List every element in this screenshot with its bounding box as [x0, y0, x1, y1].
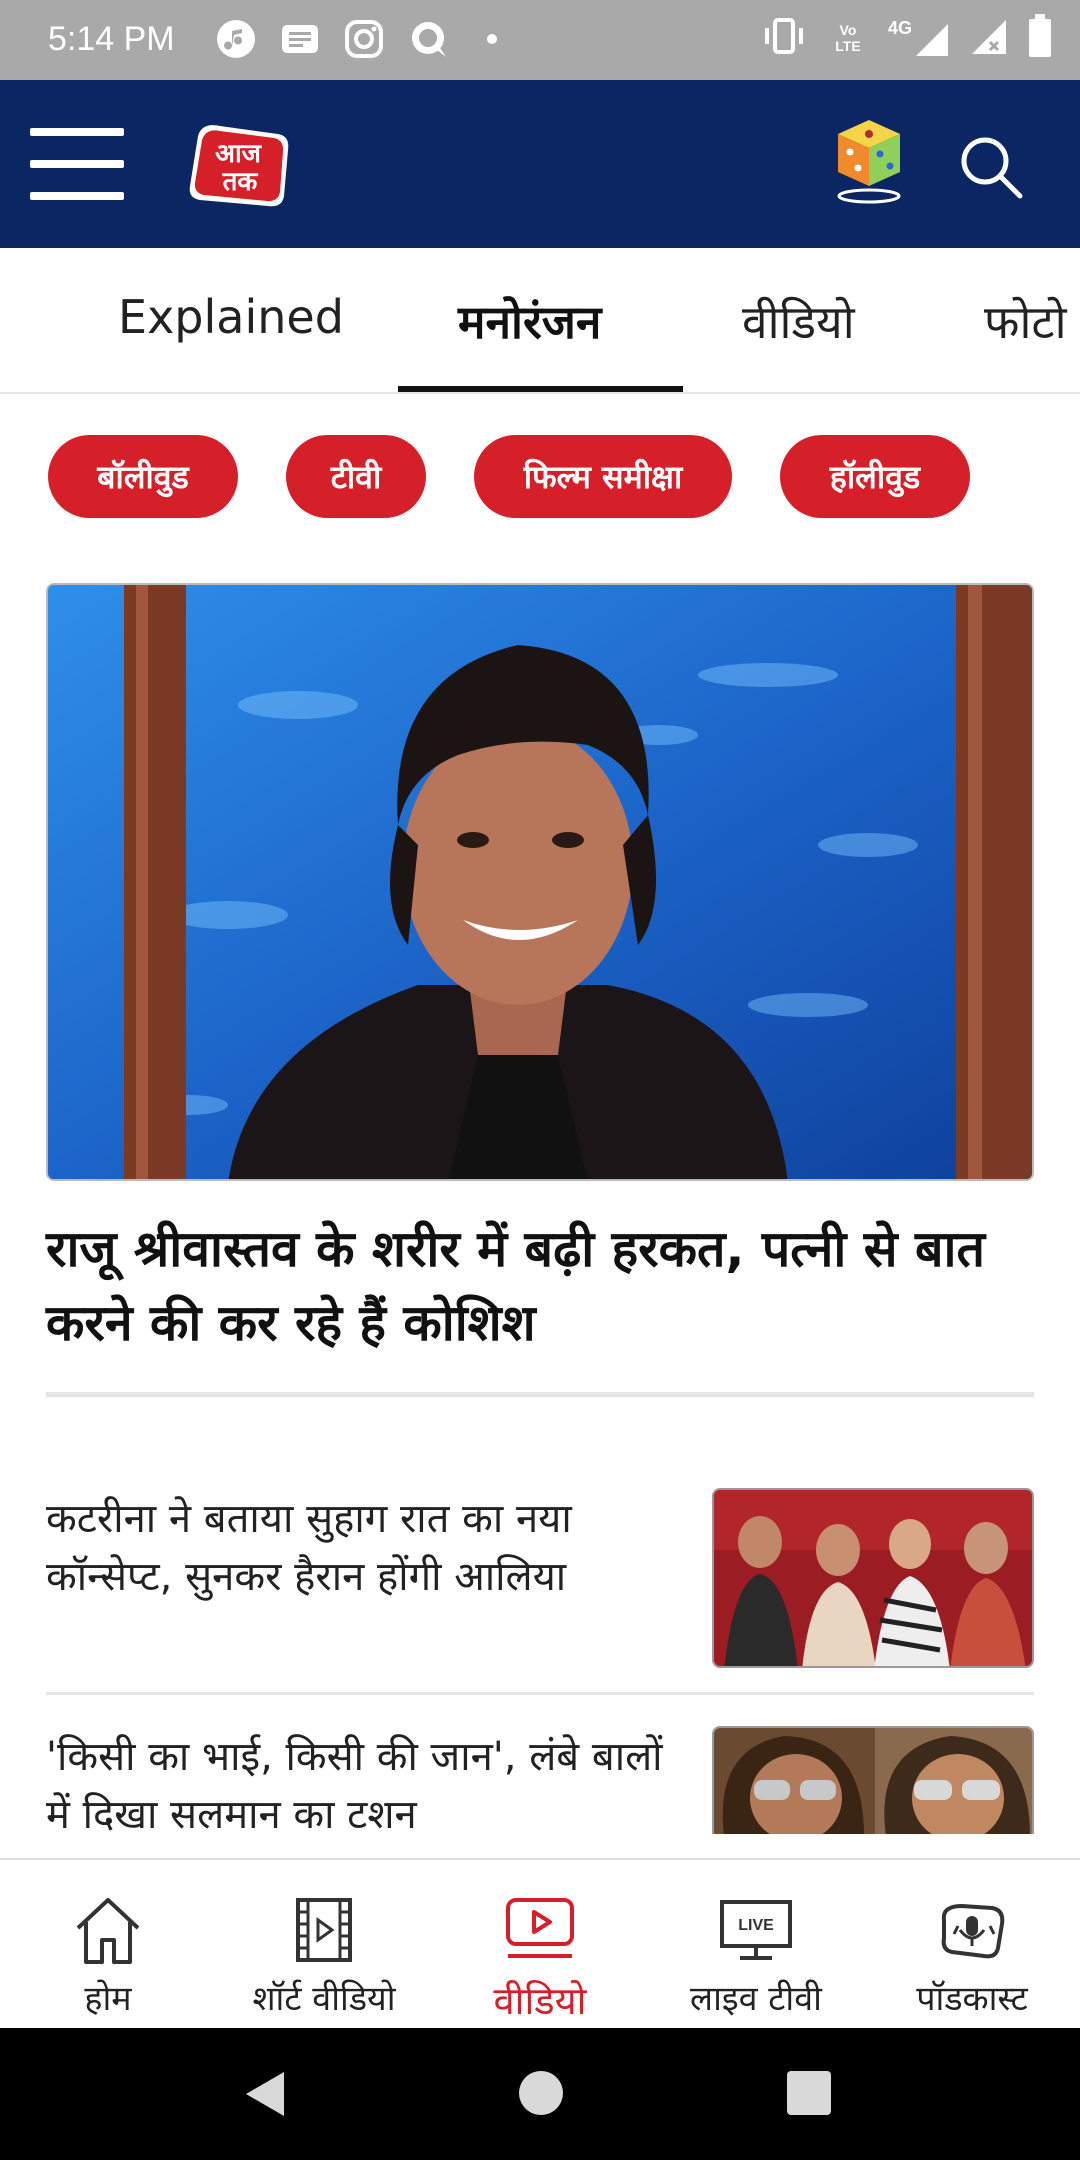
app-header: आज तक	[0, 80, 1080, 248]
chip-hollywood[interactable]: हॉलीवुड	[780, 435, 970, 518]
chip-film-review[interactable]: फिल्म समीक्षा	[474, 435, 732, 518]
hero-article-image[interactable]	[46, 583, 1034, 1181]
active-tab-indicator	[398, 386, 683, 392]
podcast-icon	[941, 1903, 1005, 1959]
nav-home-label: होम	[84, 1979, 132, 2019]
nav-short-video[interactable]: शॉर्ट वीडियो	[216, 1890, 432, 2020]
recents-icon[interactable]	[784, 2068, 834, 2118]
nav-short-video-label: शॉर्ट वीडियो	[252, 1979, 396, 2019]
tab-photo[interactable]: फोटो	[984, 290, 1066, 352]
news-icon	[279, 18, 321, 60]
notification-icons	[215, 18, 513, 60]
list-divider	[46, 1692, 1034, 1695]
instagram-icon	[343, 18, 385, 60]
home-icon	[76, 1898, 140, 1964]
tab-manoranjan[interactable]: मनोरंजन	[458, 290, 601, 352]
video-icon	[506, 1898, 574, 1958]
nav-video-label: वीडियो	[493, 1979, 587, 2023]
status-bar: 5:14 PM Vo LTE 4G	[0, 0, 1080, 80]
section-tabs: Explained मनोरंजन वीडियो फोटो	[0, 248, 1080, 394]
dot-icon	[471, 18, 513, 60]
live-tv-icon: LIVE	[720, 1900, 792, 1960]
vibrate-icon	[760, 16, 808, 60]
live-badge: LIVE	[738, 1917, 774, 1934]
status-time: 5:14 PM	[48, 20, 175, 58]
tab-video[interactable]: वीडियो	[742, 290, 855, 352]
signal-icon	[916, 24, 948, 56]
signal-x-icon	[970, 16, 1010, 60]
nav-live-tv-label: लाइव टीवी	[690, 1979, 822, 2019]
svg-text:तक: तक	[222, 167, 259, 197]
battery-icon	[1028, 14, 1052, 62]
nav-video[interactable]: वीडियो	[432, 1890, 648, 2026]
nav-podcast[interactable]: पॉडकास्ट	[864, 1890, 1080, 2020]
hamburger-menu-icon[interactable]	[30, 128, 124, 200]
chat-icon	[407, 18, 449, 60]
aajtak-logo[interactable]: आज तक	[186, 116, 292, 212]
nav-home[interactable]: होम	[0, 1890, 216, 2020]
tab-explained[interactable]: Explained	[118, 290, 344, 344]
game-dice-icon[interactable]	[832, 116, 906, 204]
short-video-icon	[296, 1898, 352, 1962]
bottom-navigation: होम शॉर्ट वीडियो वीडियो LIVE लाइव टीवी प…	[0, 1858, 1080, 2028]
network-type: 4G	[887, 18, 912, 38]
chip-bollywood[interactable]: बॉलीवुड	[48, 435, 238, 518]
home-circle-icon[interactable]	[516, 2068, 566, 2118]
back-icon[interactable]	[240, 2068, 292, 2120]
system-status-icons: Vo LTE 4G	[760, 14, 1052, 62]
nav-live-tv[interactable]: LIVE लाइव टीवी	[648, 1890, 864, 2020]
article-title[interactable]: कटरीना ने बताया सुहाग रात का नया कॉन्सेप…	[46, 1490, 666, 1606]
section-divider	[46, 1392, 1034, 1397]
svg-text:आज: आज	[215, 139, 263, 169]
article-title[interactable]: 'किसी का भाई, किसी की जान', लंबे बालों म…	[46, 1728, 666, 1844]
search-icon[interactable]	[958, 134, 1024, 200]
chip-tv[interactable]: टीवी	[286, 435, 426, 518]
music-icon	[215, 18, 257, 60]
nav-podcast-label: पॉडकास्ट	[916, 1979, 1028, 2019]
article-thumbnail[interactable]	[712, 1488, 1034, 1668]
hero-article-title[interactable]: राजू श्रीवास्तव के शरीर में बढ़ी हरकत, प…	[46, 1212, 1036, 1360]
article-thumbnail[interactable]	[712, 1726, 1034, 1834]
system-navigation-bar	[0, 2028, 1080, 2160]
volte-indicator: Vo LTE	[835, 22, 861, 54]
